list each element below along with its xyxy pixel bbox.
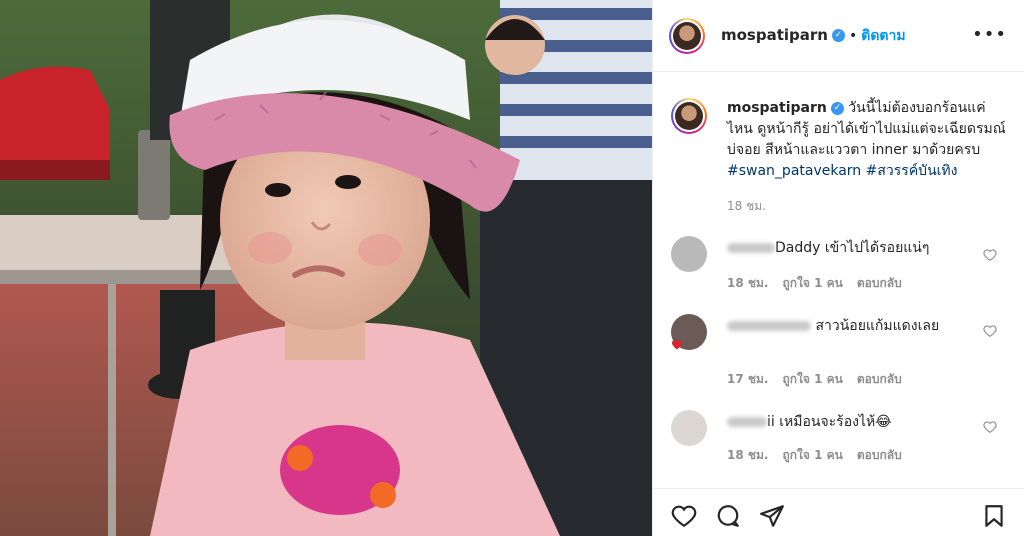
reply-button[interactable]: ตอบกลับ	[857, 372, 902, 386]
comment-like-heart-icon[interactable]	[983, 420, 997, 434]
comment-meta: 17 ชม. ถูกใจ 1 คน ตอบกลับ	[727, 370, 916, 389]
comment-like-heart-icon[interactable]	[983, 324, 997, 338]
post-photo[interactable]	[0, 0, 652, 536]
paper-plane-icon[interactable]	[759, 503, 785, 529]
comment-meta: 18 ชม. ถูกใจ 1 คน ตอบกลับ	[727, 274, 916, 293]
author-avatar[interactable]	[669, 18, 705, 54]
bookmark-icon[interactable]	[981, 503, 1007, 529]
comment-time: 18 ชม.	[727, 276, 769, 290]
verified-badge-icon: ✓	[830, 101, 844, 115]
author-username[interactable]: mospatiparn	[721, 26, 828, 44]
hashtag-link[interactable]: #สวรรค์บันเทิง	[866, 163, 958, 179]
comment-like-heart-icon[interactable]	[983, 248, 997, 262]
comment-text: Daddy เข้าไปได้รอยแน่ๆ	[775, 240, 930, 256]
separator-dot: •	[848, 28, 858, 44]
follow-button[interactable]: ติดตาม	[861, 28, 905, 44]
comment-icon[interactable]	[715, 503, 741, 529]
post-action-bar	[653, 488, 1024, 536]
post-header: mospatiparn ✓ • ติดตาม •••	[653, 0, 1024, 72]
red-heart-emoji-icon	[671, 340, 683, 350]
reply-button[interactable]: ตอบกลับ	[857, 448, 902, 462]
comment-text: สาวน้อยแก้มแดงเลย	[815, 318, 940, 334]
caption-time: 18 ชม.	[727, 199, 766, 213]
author-line: mospatiparn ✓ • ติดตาม	[721, 25, 906, 47]
caption-avatar[interactable]	[671, 98, 707, 134]
comment-meta: 18 ชม. ถูกใจ 1 คน ตอบกลับ	[727, 446, 916, 465]
comment-likes[interactable]: ถูกใจ 1 คน	[783, 372, 843, 386]
comment-body: aun_srDaddy เข้าไปได้รอยแน่ๆ	[727, 238, 967, 258]
caption-username[interactable]: mospatiparn	[727, 100, 827, 116]
commenter-avatar[interactable]	[671, 236, 707, 272]
comment-likes[interactable]: ถูกใจ 1 คน	[783, 448, 843, 462]
photo-illustration	[0, 0, 652, 536]
commenter-avatar[interactable]	[671, 410, 707, 446]
comment-time: 17 ชม.	[727, 372, 769, 386]
hashtag-link[interactable]: #swan_patavekarn	[727, 163, 861, 179]
more-options-icon[interactable]: •••	[972, 24, 1007, 45]
heart-icon[interactable]	[671, 503, 697, 529]
commenter-username[interactable]: natvaii	[727, 417, 767, 427]
verified-badge-icon: ✓	[831, 29, 845, 42]
reply-button[interactable]: ตอบกลับ	[857, 276, 902, 290]
commenter-username[interactable]: marnwsdoory	[727, 321, 811, 331]
comment-likes[interactable]: ถูกใจ 1 คน	[783, 276, 843, 290]
post-side-panel: mospatiparn ✓ • ติดตาม ••• mospatiparn ✓ วัน…	[652, 0, 1024, 536]
comment-body: natvaiiii เหมือนจะร้องไห้😂	[727, 412, 967, 432]
comment-text: ii เหมือนจะร้องไห้😂	[767, 414, 892, 430]
comment-time: 18 ชม.	[727, 448, 769, 462]
commenter-username[interactable]: aun_sr	[727, 243, 775, 253]
caption-body: mospatiparn ✓ วันนี้ไม่ต้องบอกร้อนแค่ไหน …	[727, 98, 1007, 217]
comment-body: marnwsdoory สาวน้อยแก้มแดงเลย	[727, 316, 967, 336]
